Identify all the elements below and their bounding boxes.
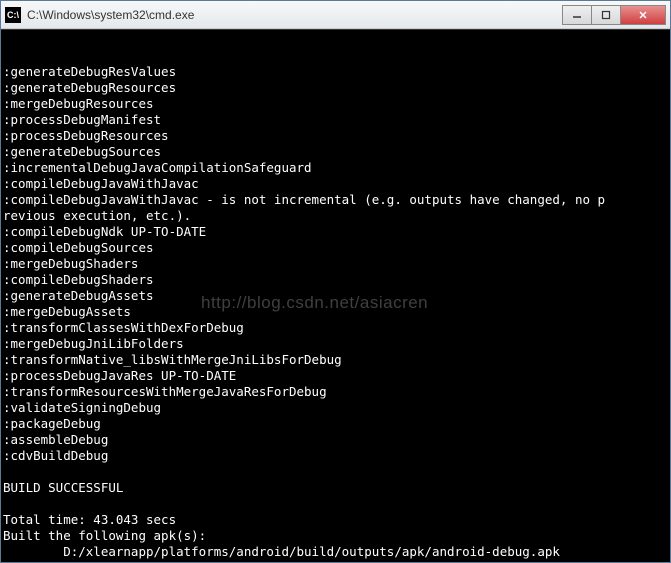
terminal-line: revious execution, etc.).	[3, 208, 664, 224]
terminal-line: :mergeDebugJniLibFolders	[3, 336, 664, 352]
terminal-line: Built the following apk(s):	[3, 528, 664, 544]
terminal-line: :cdvBuildDebug	[3, 448, 664, 464]
terminal-line: :compileDebugSources	[3, 240, 664, 256]
terminal-line: :validateSigningDebug	[3, 400, 664, 416]
terminal-line: :compileDebugNdk UP-TO-DATE	[3, 224, 664, 240]
terminal-line	[3, 496, 664, 512]
terminal-line: :assembleDebug	[3, 432, 664, 448]
terminal-line: :incrementalDebugJavaCompilationSafeguar…	[3, 160, 664, 176]
cmd-icon: C:\	[5, 7, 21, 23]
window-controls	[563, 5, 666, 25]
titlebar[interactable]: C:\ C:\Windows\system32\cmd.exe	[1, 1, 670, 29]
terminal-line: :transformResourcesWithMergeJavaResForDe…	[3, 384, 664, 400]
terminal-line: :generateDebugSources	[3, 144, 664, 160]
minimize-icon	[572, 10, 582, 20]
close-button[interactable]	[620, 5, 666, 25]
maximize-icon	[601, 10, 611, 20]
terminal-line: :generateDebugResources	[3, 80, 664, 96]
terminal-line: :mergeDebugAssets	[3, 304, 664, 320]
terminal-line: BUILD SUCCESSFUL	[3, 480, 664, 496]
terminal-line: :packageDebug	[3, 416, 664, 432]
terminal-line: :compileDebugJavaWithJavac	[3, 176, 664, 192]
terminal-line: :processDebugJavaRes UP-TO-DATE	[3, 368, 664, 384]
minimize-button[interactable]	[562, 5, 592, 25]
terminal-line: D:/xlearnapp/platforms/android/build/out…	[3, 544, 664, 560]
terminal-line: :generateDebugResValues	[3, 64, 664, 80]
cmd-window: C:\ C:\Windows\system32\cmd.exe :generat…	[0, 0, 671, 563]
terminal-line: :generateDebugAssets	[3, 288, 664, 304]
maximize-button[interactable]	[591, 5, 621, 25]
terminal-line: :compileDebugShaders	[3, 272, 664, 288]
terminal-line: :transformNative_libsWithMergeJniLibsFor…	[3, 352, 664, 368]
terminal-line: :mergeDebugShaders	[3, 256, 664, 272]
terminal-line: Total time: 43.043 secs	[3, 512, 664, 528]
window-title: C:\Windows\system32\cmd.exe	[27, 8, 563, 22]
terminal-line: :processDebugManifest	[3, 112, 664, 128]
terminal-line: :processDebugResources	[3, 128, 664, 144]
terminal-text: :generateDebugResValues:generateDebugRes…	[3, 64, 664, 562]
terminal-line: :transformClassesWithDexForDebug	[3, 320, 664, 336]
terminal-line: :compileDebugJavaWithJavac - is not incr…	[3, 192, 664, 208]
terminal-line	[3, 464, 664, 480]
terminal-line	[3, 560, 664, 562]
terminal-line: :mergeDebugResources	[3, 96, 664, 112]
terminal-output[interactable]: :generateDebugResValues:generateDebugRes…	[1, 29, 670, 562]
close-icon	[638, 10, 648, 20]
